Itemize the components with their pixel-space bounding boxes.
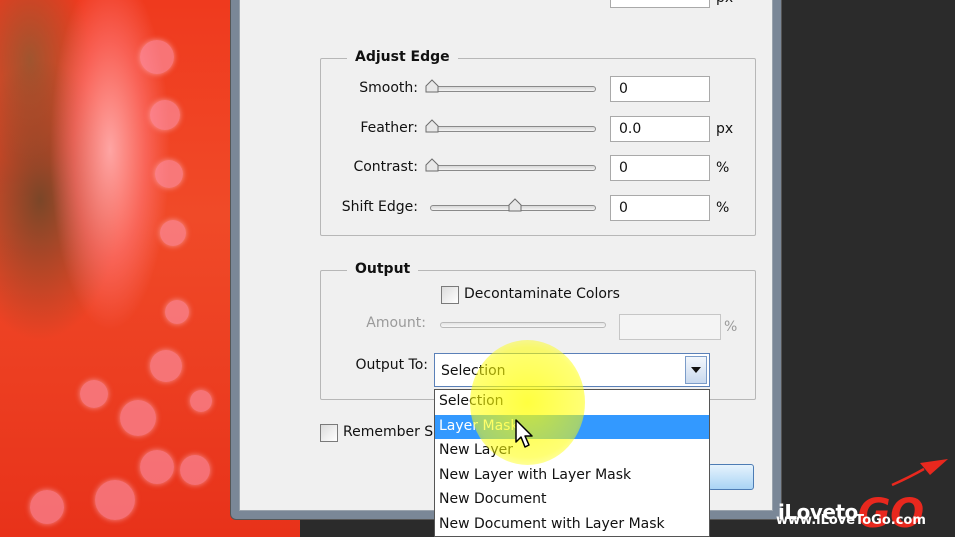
- dropdown-option-new-layer[interactable]: New Layer: [435, 439, 709, 464]
- feather-slider[interactable]: [430, 126, 596, 132]
- top-partial-input[interactable]: [610, 0, 710, 8]
- amount-label: Amount:: [366, 315, 426, 331]
- feather-slider-thumb[interactable]: [425, 119, 439, 133]
- smooth-label: Smooth:: [359, 80, 418, 96]
- iloveto-go-logo: iLovetoGO www.iLoveToGo.com: [770, 455, 955, 537]
- bokeh-light: [150, 350, 182, 382]
- dropdown-option-selection[interactable]: Selection: [435, 390, 709, 415]
- output-title: Output: [347, 261, 419, 277]
- top-partial-unit: px: [716, 0, 733, 6]
- remember-settings-checkbox[interactable]: [320, 424, 338, 442]
- shift-edge-input[interactable]: 0: [610, 195, 710, 221]
- feather-row: Feather: 0.0 px: [320, 116, 756, 144]
- bokeh-light: [140, 450, 174, 484]
- contrast-slider-thumb[interactable]: [425, 158, 439, 172]
- contrast-slider[interactable]: [430, 165, 596, 171]
- logo-url: www.iLoveToGo.com: [776, 513, 926, 528]
- dropdown-arrow-button[interactable]: [685, 356, 707, 384]
- smooth-slider[interactable]: [430, 86, 596, 92]
- ok-button[interactable]: [708, 464, 754, 490]
- contrast-unit: %: [716, 160, 730, 176]
- bokeh-light: [80, 380, 108, 408]
- decontaminate-label: Decontaminate Colors: [464, 286, 620, 302]
- bokeh-light: [155, 160, 183, 188]
- shift-edge-label: Shift Edge:: [341, 199, 418, 215]
- amount-slider[interactable]: [440, 322, 606, 328]
- output-to-value: Selection: [441, 363, 506, 379]
- bokeh-light: [95, 480, 135, 520]
- output-to-label: Output To:: [355, 357, 428, 373]
- contrast-row: Contrast: 0 %: [320, 155, 756, 183]
- dropdown-option-new-layer-with-mask[interactable]: New Layer with Layer Mask: [435, 464, 709, 489]
- adjust-edge-title: Adjust Edge: [347, 49, 458, 65]
- bokeh-light: [190, 390, 212, 412]
- contrast-input[interactable]: 0: [610, 155, 710, 181]
- bokeh-light: [160, 220, 186, 246]
- dropdown-option-new-document-with-mask[interactable]: New Document with Layer Mask: [435, 513, 709, 537]
- remember-settings-label: Remember Se: [343, 424, 442, 440]
- bokeh-light: [140, 40, 174, 74]
- chevron-down-icon: [691, 367, 701, 373]
- smooth-input[interactable]: 0: [610, 76, 710, 102]
- dropdown-option-new-document[interactable]: New Document: [435, 488, 709, 513]
- output-to-dropdown-list: Selection Layer Mask New Layer New Layer…: [434, 389, 710, 537]
- smooth-row: Smooth: 0: [320, 76, 756, 104]
- decontaminate-checkbox[interactable]: [441, 286, 459, 304]
- smooth-slider-thumb[interactable]: [425, 79, 439, 93]
- shift-edge-unit: %: [716, 200, 730, 216]
- mouse-cursor-icon: [515, 419, 533, 448]
- bokeh-light: [165, 300, 189, 324]
- feather-unit: px: [716, 121, 734, 137]
- feather-label: Feather:: [360, 120, 418, 136]
- bokeh-light: [150, 100, 180, 130]
- bokeh-light: [30, 490, 64, 524]
- amount-unit: %: [724, 319, 738, 335]
- bokeh-light: [180, 455, 210, 485]
- bokeh-light: [120, 400, 156, 436]
- amount-input[interactable]: [619, 314, 721, 340]
- dropdown-option-layer-mask[interactable]: Layer Mask: [435, 414, 709, 440]
- feather-input[interactable]: 0.0: [610, 116, 710, 142]
- output-to-select[interactable]: Selection: [434, 353, 710, 387]
- shift-edge-slider-thumb[interactable]: [508, 198, 522, 212]
- contrast-label: Contrast:: [353, 159, 418, 175]
- shift-edge-row: Shift Edge: 0 %: [320, 195, 756, 223]
